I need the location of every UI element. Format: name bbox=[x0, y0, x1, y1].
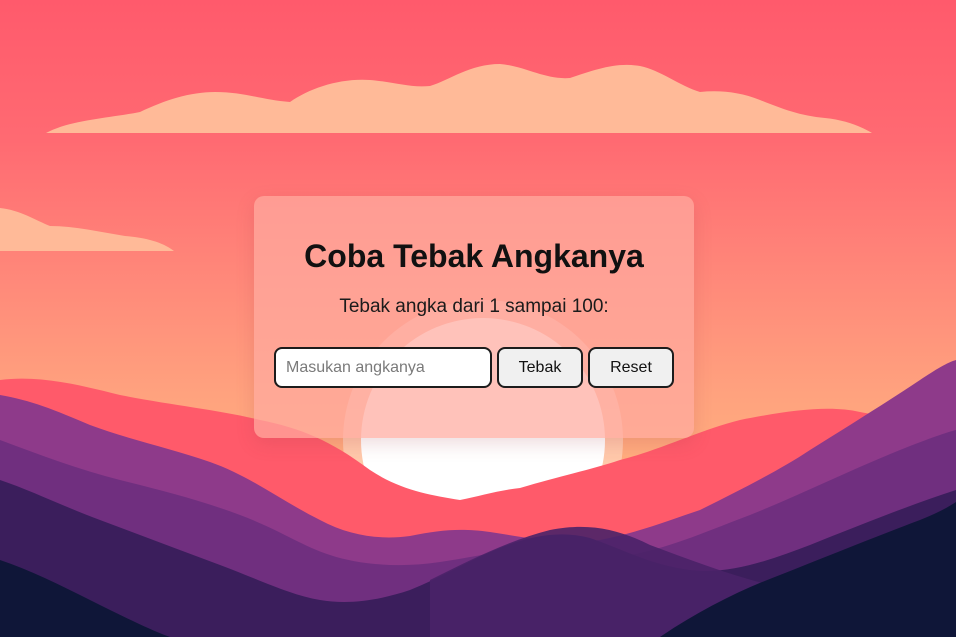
reset-button[interactable]: Reset bbox=[588, 347, 674, 388]
cloud-left bbox=[0, 208, 174, 251]
sunset-background: Coba Tebak Angkanya Tebak angka dari 1 s… bbox=[0, 0, 956, 637]
cloud-top bbox=[46, 64, 872, 133]
game-title: Coba Tebak Angkanya bbox=[304, 238, 644, 274]
guess-controls: Tebak Reset bbox=[274, 347, 674, 388]
guess-button[interactable]: Tebak bbox=[497, 347, 583, 388]
guess-input[interactable] bbox=[274, 347, 492, 388]
game-instruction: Tebak angka dari 1 sampai 100: bbox=[339, 296, 609, 317]
game-card: Coba Tebak Angkanya Tebak angka dari 1 s… bbox=[254, 196, 694, 438]
